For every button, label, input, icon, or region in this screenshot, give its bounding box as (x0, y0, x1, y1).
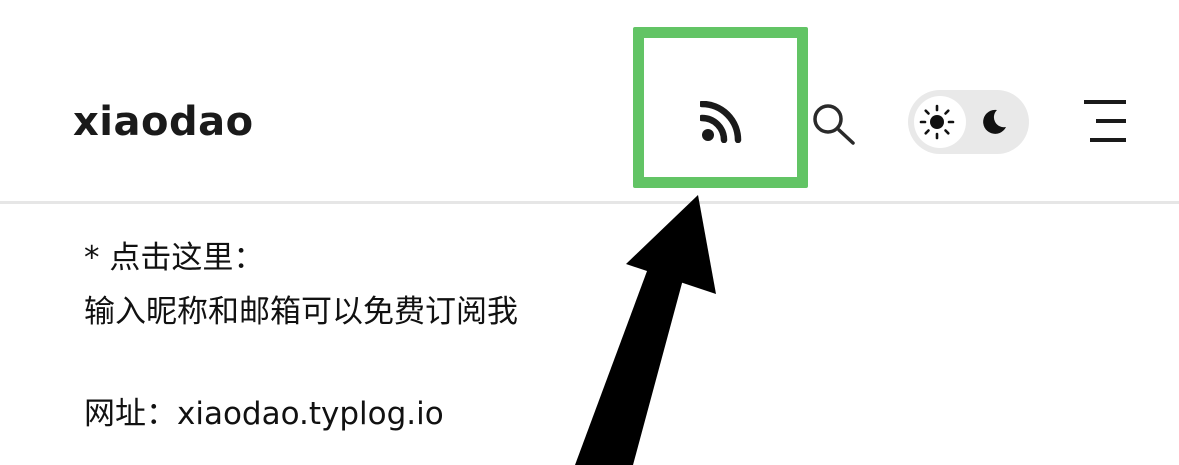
site-header: xiaodao (0, 0, 1179, 204)
arrow-head (626, 195, 716, 294)
menu-button[interactable] (1082, 98, 1128, 144)
search-icon (813, 104, 855, 145)
site-title[interactable]: xiaodao (73, 96, 254, 148)
arrow-shaft (575, 263, 685, 465)
instruction-line: * 点击这里： (84, 240, 265, 276)
rss-button[interactable] (698, 100, 744, 144)
subscribe-hint: 输入昵称和邮箱可以免费订阅我 (84, 294, 518, 330)
sun-icon (919, 104, 955, 140)
search-button[interactable] (808, 98, 860, 150)
website-url: 网址：xiaodao.typlog.io (84, 396, 444, 432)
menu-icon (1084, 100, 1126, 142)
moon-icon (983, 109, 1006, 134)
rss-icon (698, 100, 742, 144)
